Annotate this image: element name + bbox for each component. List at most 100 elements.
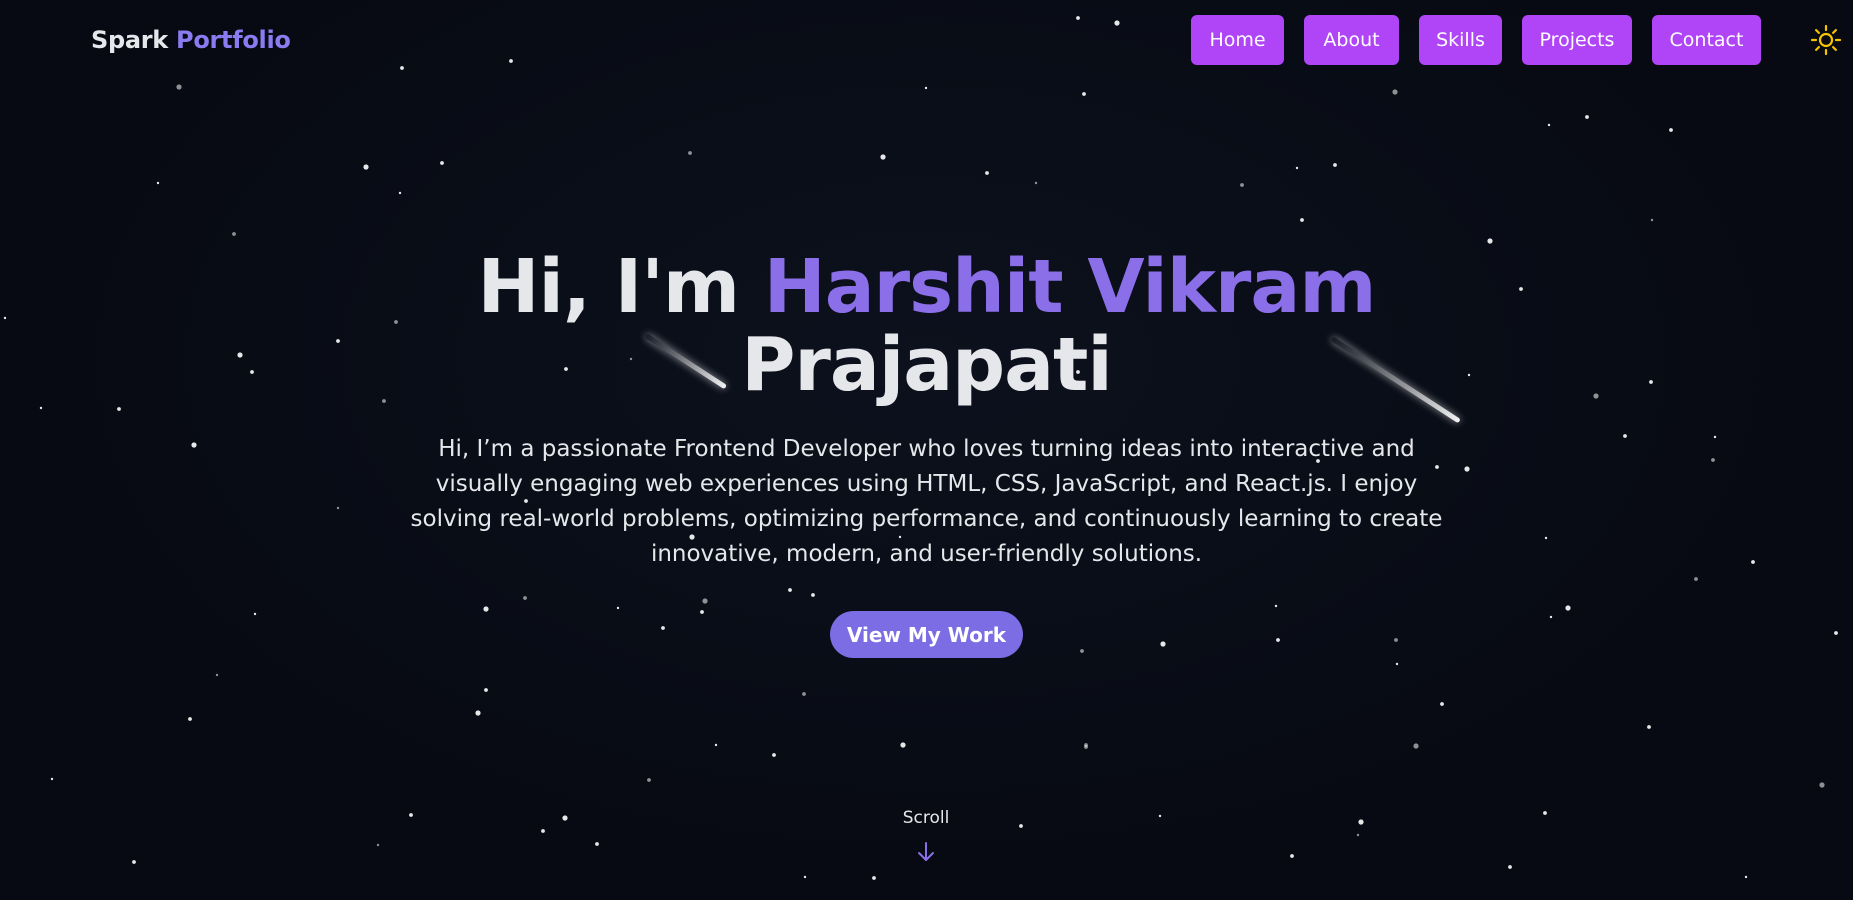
scroll-label: Scroll: [902, 808, 950, 828]
hero-name-highlight: Harshit Vikram: [763, 244, 1377, 330]
star: [802, 692, 806, 696]
portfolio-page: Spark Portfolio Home About Skills Projec…: [0, 0, 1853, 900]
star: [484, 688, 488, 692]
star: [1544, 536, 1548, 540]
nav-contact-button[interactable]: Contact: [1652, 15, 1761, 65]
nav-skills-button[interactable]: Skills: [1419, 15, 1502, 65]
star: [132, 860, 136, 864]
hero-greeting: Hi, I'm: [477, 244, 764, 330]
star: [1647, 725, 1651, 729]
hero-title: Hi, I'm Harshit Vikram Prajapati: [0, 248, 1853, 404]
nav-home-button[interactable]: Home: [1191, 15, 1284, 65]
star: [336, 506, 340, 510]
brand-first: Spark: [91, 26, 168, 54]
star: [1019, 824, 1023, 828]
star: [700, 610, 704, 614]
brand-logo[interactable]: Spark Portfolio: [91, 26, 291, 54]
star: [1834, 631, 1838, 635]
star: [1585, 115, 1589, 119]
star: [661, 626, 665, 630]
star: [1295, 166, 1299, 170]
scroll-down-button[interactable]: [916, 840, 936, 864]
star: [156, 181, 160, 185]
hero-description: Hi, I’m a passionate Frontend Developer …: [410, 436, 1443, 567]
theme-toggle-button[interactable]: [1810, 24, 1842, 56]
arrow-down-icon: [918, 842, 934, 861]
star: [562, 815, 568, 821]
star: [1508, 865, 1512, 869]
star: [1547, 123, 1551, 127]
star: [1394, 638, 1398, 642]
star: [1413, 743, 1419, 749]
star: [232, 232, 236, 236]
star: [1084, 743, 1088, 747]
star: [1464, 466, 1470, 472]
star: [714, 743, 718, 747]
star: [1333, 163, 1337, 167]
star: [616, 606, 620, 610]
nav-links: Home About Skills Projects Contact: [1191, 15, 1761, 65]
nav-about-button[interactable]: About: [1304, 15, 1399, 65]
star: [880, 154, 886, 160]
star: [541, 829, 545, 833]
star: [1487, 238, 1493, 244]
star: [1274, 604, 1278, 608]
navbar: Spark Portfolio Home About Skills Projec…: [0, 0, 1853, 82]
star: [440, 161, 444, 165]
hero-name-rest: Prajapati: [741, 322, 1113, 408]
star: [595, 842, 599, 846]
star: [1711, 458, 1715, 462]
star: [376, 843, 380, 847]
star: [702, 598, 708, 604]
star: [117, 407, 121, 411]
star: [215, 673, 219, 677]
star: [647, 778, 651, 782]
star: [1650, 218, 1654, 222]
star: [409, 813, 413, 817]
star: [1543, 811, 1547, 815]
star: [1819, 782, 1825, 788]
star: [688, 151, 692, 155]
nav-projects-button[interactable]: Projects: [1522, 15, 1632, 65]
star: [191, 442, 197, 448]
sun-icon: [1810, 24, 1842, 56]
star: [1358, 819, 1364, 825]
star: [1082, 92, 1086, 96]
star: [924, 86, 928, 90]
star: [803, 875, 807, 879]
star: [1356, 833, 1360, 837]
star: [788, 588, 792, 592]
star: [50, 777, 54, 781]
star: [1300, 218, 1304, 222]
star: [398, 191, 402, 195]
star: [1080, 649, 1084, 653]
star: [900, 742, 906, 748]
star: [1713, 435, 1717, 439]
star: [1276, 638, 1280, 642]
star: [1549, 615, 1553, 619]
star: [475, 710, 481, 716]
star: [253, 612, 257, 616]
star: [872, 876, 876, 880]
star: [1751, 560, 1755, 564]
star: [1395, 662, 1399, 666]
star: [1240, 183, 1244, 187]
star: [176, 84, 182, 90]
star: [363, 164, 369, 170]
star: [1290, 854, 1294, 858]
star: [1623, 434, 1627, 438]
star: [1160, 641, 1166, 647]
view-my-work-button[interactable]: View My Work: [830, 611, 1023, 658]
star: [1694, 577, 1698, 581]
star: [39, 406, 43, 410]
star: [811, 593, 815, 597]
star: [188, 717, 192, 721]
star: [1392, 89, 1398, 95]
star: [772, 753, 776, 757]
star: [1158, 814, 1162, 818]
star: [1034, 181, 1038, 185]
star: [985, 171, 989, 175]
brand-second: Portfolio: [176, 26, 291, 54]
star: [483, 606, 489, 612]
star: [1669, 128, 1673, 132]
